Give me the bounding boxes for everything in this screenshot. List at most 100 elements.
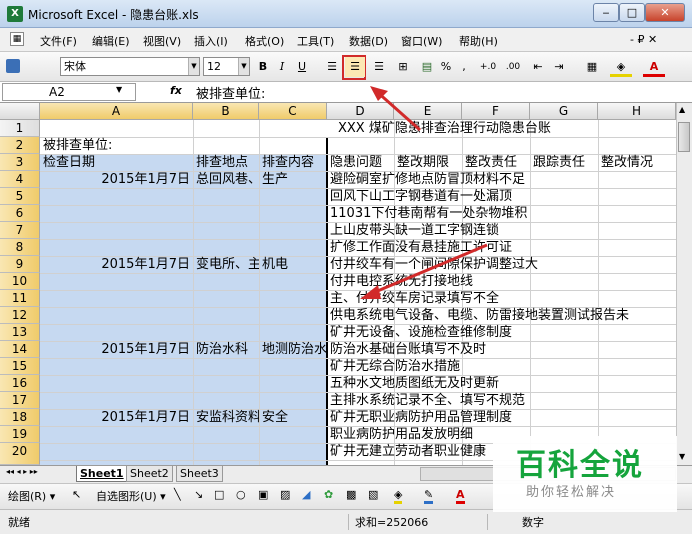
wordart-icon[interactable]: ▨: [280, 488, 290, 501]
row-header[interactable]: 3: [0, 154, 40, 171]
sheet-nav-buttons[interactable]: ◂◂ ◂ ▸ ▸▸: [6, 467, 38, 476]
place-cell[interactable]: 总回风巷、: [196, 171, 259, 188]
row-header[interactable]: 19: [0, 426, 40, 443]
vertical-scrollbar[interactable]: [676, 103, 692, 465]
close-button[interactable]: ✕: [645, 3, 685, 22]
issue-cell[interactable]: 矿井无综合防治水措施: [330, 358, 460, 375]
select-objects-icon[interactable]: ↖: [72, 488, 81, 501]
issue-cell[interactable]: 防治水基础台账填写不及时: [330, 341, 486, 358]
align-left-icon[interactable]: ☰: [322, 57, 342, 77]
column-header-d[interactable]: D: [327, 103, 394, 120]
content-cell[interactable]: 地测防治水: [262, 341, 327, 358]
row-header[interactable]: 12: [0, 307, 40, 324]
menu-tools[interactable]: 工具(T): [297, 33, 334, 49]
tab-sheet2[interactable]: Sheet2: [126, 466, 173, 482]
content-cell[interactable]: 安全: [262, 409, 288, 426]
increase-indent-icon[interactable]: ⇥: [550, 57, 568, 77]
row-header[interactable]: 4: [0, 171, 40, 188]
issue-cell[interactable]: 主、付井绞车房记录填写不全: [330, 290, 499, 307]
place-cell[interactable]: 变电所、主: [196, 256, 259, 273]
row-header[interactable]: 18: [0, 409, 40, 426]
row-header[interactable]: 8: [0, 239, 40, 256]
column-header-a[interactable]: A: [40, 103, 193, 120]
scrollbar-thumb[interactable]: [678, 122, 690, 152]
line-icon[interactable]: ╲: [174, 488, 181, 501]
formula-input[interactable]: 被排查单位:: [196, 83, 265, 102]
insert-function-button[interactable]: fx: [170, 84, 182, 97]
font-size-select[interactable]: 12 ▼: [203, 57, 250, 76]
chevron-down-icon[interactable]: ▼: [116, 85, 122, 94]
bold-button[interactable]: B: [255, 57, 271, 77]
clipart-icon[interactable]: ✿: [324, 488, 333, 501]
fill-color-icon[interactable]: ◈: [610, 57, 632, 77]
column-header-h[interactable]: H: [598, 103, 676, 120]
issue-cell[interactable]: 矿井无建立劳动者职业健康: [330, 443, 486, 460]
borders-icon[interactable]: ▦: [580, 57, 604, 77]
row-header[interactable]: 20: [0, 443, 40, 465]
issue-cell[interactable]: 供电系统电气设备、电缆、防雷接地装置测试报告未: [330, 307, 676, 324]
column-header-g[interactable]: G: [530, 103, 598, 120]
scroll-down-icon[interactable]: ▼: [679, 452, 685, 461]
diagram-icon[interactable]: ◢: [302, 488, 310, 501]
tab-sheet1[interactable]: Sheet1: [76, 466, 128, 482]
cell-a2[interactable]: 被排查单位:: [43, 137, 112, 154]
sheet-title-cell[interactable]: XXX 煤矿隐患排查治理行动隐患台账: [338, 120, 551, 137]
menu-view[interactable]: 视图(V): [143, 33, 181, 49]
place-cell[interactable]: 安监科资料: [196, 409, 259, 426]
content-cell[interactable]: 生产: [262, 171, 288, 188]
insert-image-icon[interactable]: ▧: [368, 488, 378, 501]
currency-icon[interactable]: ▤: [417, 57, 437, 77]
decrease-indent-icon[interactable]: ⇤: [529, 57, 547, 77]
underline-button[interactable]: U: [294, 57, 310, 77]
row-header[interactable]: 11: [0, 290, 40, 307]
column-header-e[interactable]: E: [394, 103, 462, 120]
date-cell[interactable]: 2015年1月7日: [100, 409, 190, 426]
percent-button[interactable]: %: [439, 57, 453, 77]
textbox-icon[interactable]: ▣: [258, 488, 268, 501]
date-cell[interactable]: 2015年1月7日: [100, 256, 190, 273]
row-header[interactable]: 17: [0, 392, 40, 409]
menu-help[interactable]: 帮助(H): [459, 33, 498, 49]
autoshapes-button[interactable]: 自选图形(U) ▾: [96, 488, 166, 504]
header-rectify-resp[interactable]: 整改责任: [465, 154, 530, 171]
row-header[interactable]: 16: [0, 375, 40, 392]
minimize-button[interactable]: ‒: [593, 3, 619, 22]
row-header[interactable]: 10: [0, 273, 40, 290]
header-check-date[interactable]: 检查日期: [43, 154, 95, 171]
align-center-icon[interactable]: ☰: [345, 57, 365, 77]
scroll-up-icon[interactable]: ▲: [679, 105, 685, 114]
arrow-icon[interactable]: ↘: [194, 488, 203, 501]
header-deadline[interactable]: 整改期限: [397, 154, 462, 171]
issue-cell[interactable]: 避险硐室扩修地点防冒顶材料不足: [330, 171, 525, 188]
comma-button[interactable]: ,: [458, 57, 470, 77]
column-header-c[interactable]: C: [259, 103, 327, 120]
content-cell[interactable]: 机电: [262, 256, 288, 273]
date-cell[interactable]: 2015年1月7日: [100, 171, 190, 188]
tab-sheet3[interactable]: Sheet3: [176, 466, 223, 482]
issue-cell[interactable]: 上山皮带头缺一道工字钢连锁: [330, 222, 499, 239]
issue-cell[interactable]: 主排水系统记录不全、填写不规范: [330, 392, 525, 409]
row-header[interactable]: 15: [0, 358, 40, 375]
issue-cell[interactable]: 职业病防护用品发放明细: [330, 426, 473, 443]
column-header-b[interactable]: B: [193, 103, 259, 120]
font-name-select[interactable]: 宋体 ▼: [60, 57, 200, 76]
font-color-icon[interactable]: A: [456, 488, 465, 504]
issue-cell[interactable]: 五种水文地质图纸无及时更新: [330, 375, 499, 392]
issue-cell[interactable]: 回风下山工字钢巷道有一处漏顶: [330, 188, 512, 205]
line-color-icon[interactable]: ✎: [424, 488, 434, 504]
issue-cell[interactable]: 11031下付巷南帮有一处杂物堆积: [330, 205, 527, 222]
oval-icon[interactable]: ○: [236, 488, 246, 501]
row-header[interactable]: 14: [0, 341, 40, 358]
issue-cell[interactable]: 扩修工作面没有悬挂施工许可证: [330, 239, 512, 256]
restore-button[interactable]: □: [619, 3, 645, 22]
issue-cell[interactable]: 矿井无设备、设施检查维修制度: [330, 324, 512, 341]
fill-color-icon[interactable]: ◈: [394, 488, 403, 504]
rectangle-icon[interactable]: □: [214, 488, 224, 501]
row-header[interactable]: 7: [0, 222, 40, 239]
header-hazard-issue[interactable]: 隐患问题: [330, 154, 394, 171]
row-header[interactable]: 1: [0, 120, 40, 137]
align-right-icon[interactable]: ☰: [369, 57, 389, 77]
place-cell[interactable]: 防治水科: [196, 341, 259, 358]
decrease-decimal-button[interactable]: .00: [501, 57, 525, 77]
menu-edit[interactable]: 编辑(E): [92, 33, 130, 49]
